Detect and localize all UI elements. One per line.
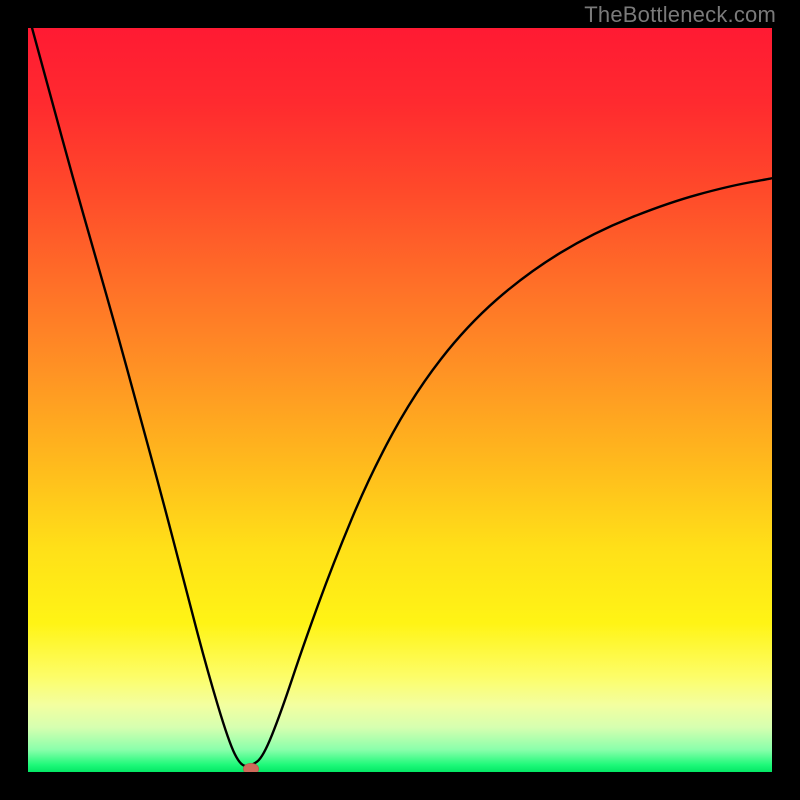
plot-area	[28, 28, 772, 772]
minimum-point-marker	[243, 763, 259, 772]
outer-black-frame: TheBottleneck.com	[0, 0, 800, 800]
watermark-text: TheBottleneck.com	[584, 2, 776, 28]
bottleneck-curve	[28, 28, 772, 772]
